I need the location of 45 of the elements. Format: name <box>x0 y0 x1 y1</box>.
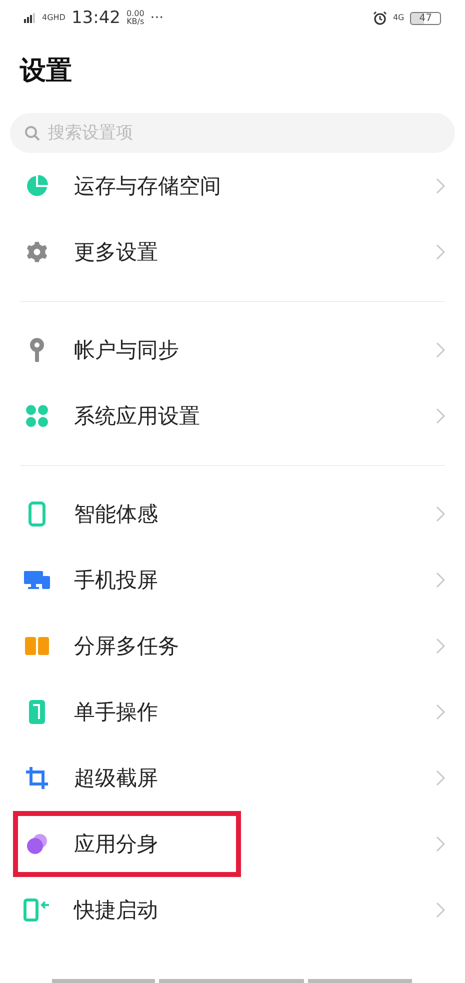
chevron-icon <box>436 342 445 358</box>
monitor-phone-icon <box>23 569 51 591</box>
mobile-network: 4G <box>392 14 404 22</box>
chevron-icon <box>436 178 445 194</box>
settings-item[interactable]: 手机投屏 <box>0 547 465 613</box>
settings-item[interactable]: 更多设置 <box>0 219 465 285</box>
speed-unit: KB/s <box>126 18 144 26</box>
phone-outline-icon <box>27 501 47 527</box>
search-icon <box>24 125 40 141</box>
signal-icon <box>24 13 36 23</box>
chevron-icon <box>436 902 445 918</box>
settings-item[interactable]: 单手操作 <box>0 679 465 745</box>
chevron-icon <box>436 408 445 424</box>
phone-icon <box>28 699 46 725</box>
battery-indicator: 47 <box>410 12 441 24</box>
chevron-icon <box>436 836 445 852</box>
more-indicator: ··· <box>150 11 164 25</box>
chevron-icon <box>436 770 445 786</box>
door-arrow-icon <box>23 898 51 922</box>
crop-icon <box>25 766 49 790</box>
chevron-icon <box>436 704 445 720</box>
settings-item[interactable]: 系统应用设置 <box>0 383 465 449</box>
settings-item[interactable]: 帐户与同步 <box>0 317 465 383</box>
settings-item[interactable]: 超级截屏 <box>0 745 465 811</box>
chevron-icon <box>436 506 445 522</box>
settings-item[interactable]: 应用分身 <box>0 811 465 877</box>
page-title: 设置 <box>18 54 73 88</box>
alarm-icon <box>372 11 387 25</box>
key-icon <box>28 337 46 363</box>
chevron-icon <box>436 244 445 260</box>
gear-icon <box>26 241 48 263</box>
settings-item[interactable]: 智能体感 <box>0 481 465 547</box>
overlapping-circles-icon <box>25 833 49 855</box>
chevron-icon <box>436 638 445 654</box>
settings-item[interactable]: 分屏多任务 <box>0 613 465 679</box>
clover-icon <box>25 404 49 428</box>
chevron-icon <box>436 572 445 588</box>
network-type: 4GHD <box>42 14 66 22</box>
settings-item[interactable]: 快捷启动 <box>0 877 465 943</box>
pie-chart-icon <box>25 174 49 198</box>
settings-item[interactable]: 运存与存储空间 <box>0 153 465 219</box>
split-panels-icon <box>24 636 50 656</box>
clock-time: 13:42 <box>71 8 120 28</box>
search-field[interactable]: 搜索设置项 <box>10 113 455 153</box>
network-speed: 0.00 <box>126 10 144 18</box>
